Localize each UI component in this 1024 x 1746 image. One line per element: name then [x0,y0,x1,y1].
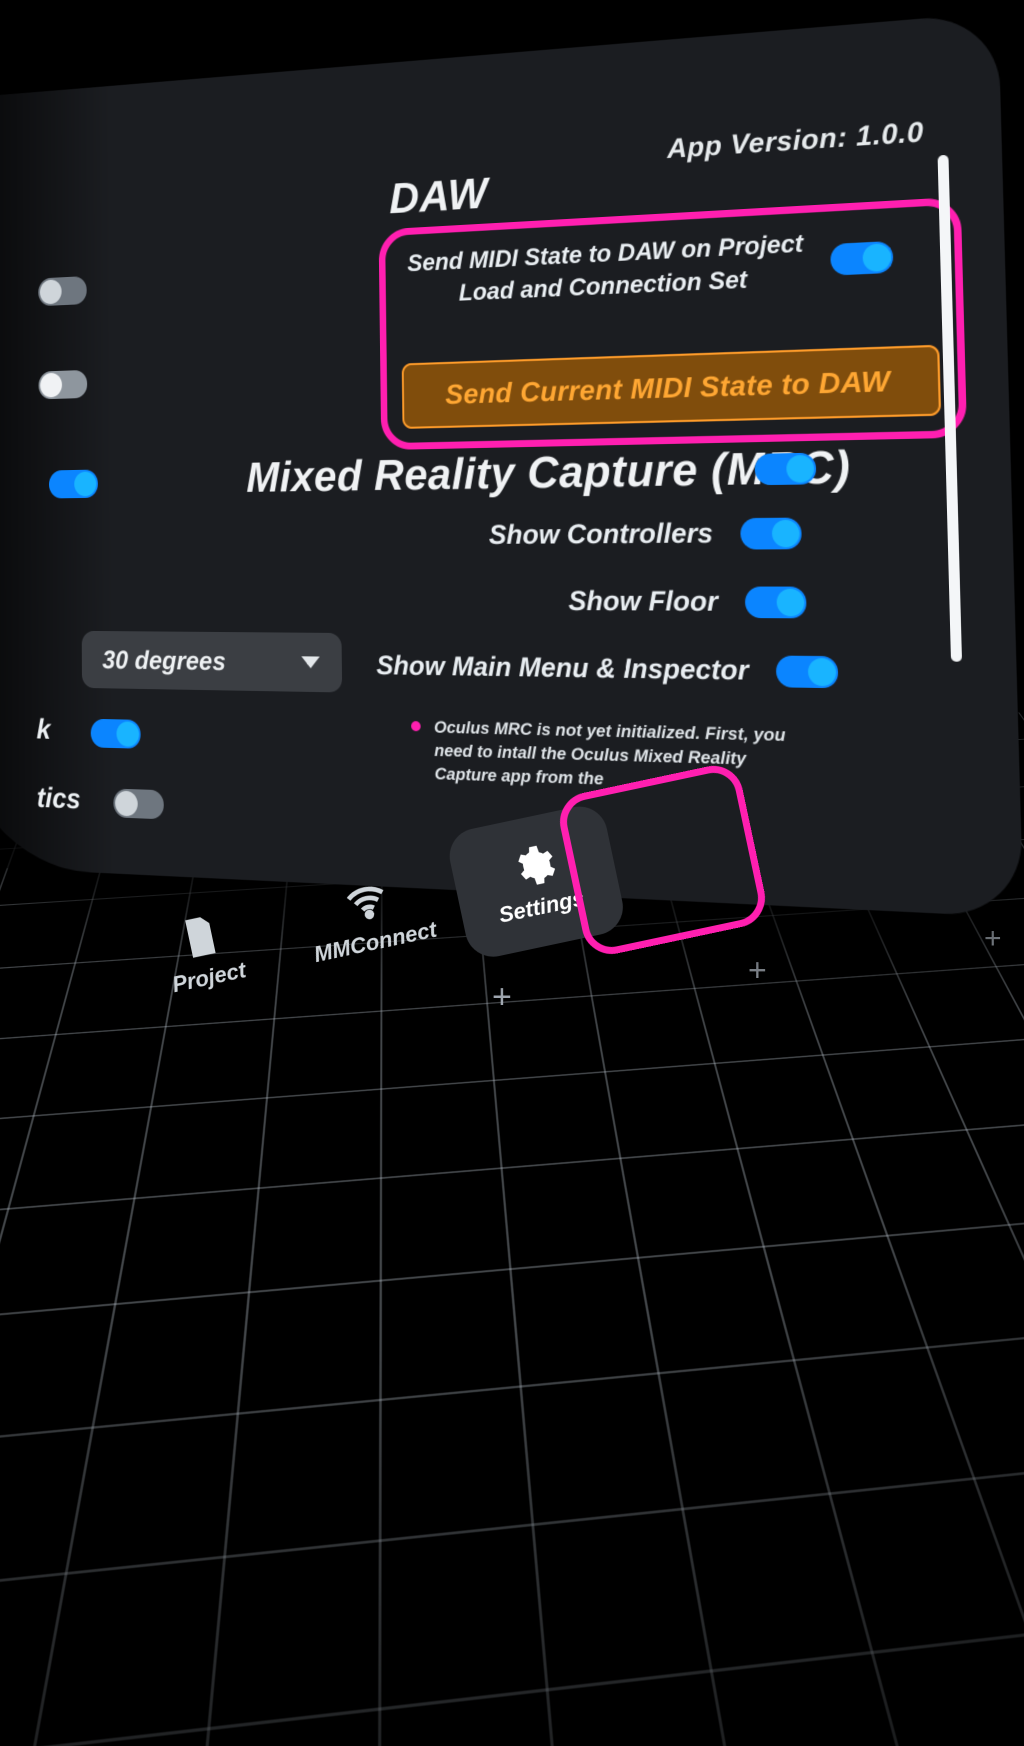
angle-dropdown-value: 30 degrees [102,645,226,677]
left-toggle-3[interactable] [49,470,98,499]
nav-mmconnect-label: MMConnect [312,917,439,968]
left-toggle-2[interactable] [39,370,88,400]
file-icon [173,909,228,964]
show-controllers-toggle[interactable] [740,517,802,549]
partial-label-tics: tics [37,782,81,816]
partial-label-k: k [36,714,50,747]
gear-icon [506,839,561,894]
left-toggle-5[interactable] [113,789,164,820]
wifi-icon [339,874,394,929]
settings-panel: App Version: 1.0.0 DAW Send MIDI State t… [0,12,1024,917]
left-toggle-1[interactable] [38,276,87,306]
